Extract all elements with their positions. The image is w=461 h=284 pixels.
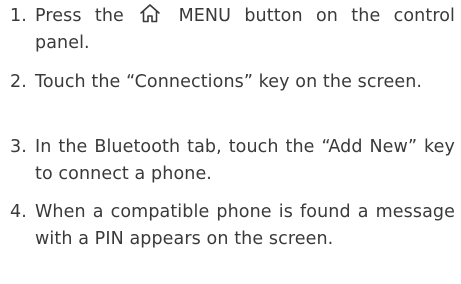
step-4: 4. When a compatible phone is found a me… [0,199,455,253]
step-number: 1. [10,6,27,26]
step-1: 1. Press the MENU button on the control … [0,3,455,57]
step-text: In the Bluetooth tab, touch the “Add New… [35,137,455,184]
step-text: Press the MENU button on the control pan… [35,3,455,57]
step-text: Touch the “Connections” key on the scree… [35,72,423,92]
step-text-before-icon: Press the [35,6,124,26]
step-number: 4. [10,202,27,222]
home-icon [139,3,161,23]
step-text: When a compatible phone is found a messa… [35,202,455,249]
step-2: 2. Touch the “Connections” key on the sc… [0,69,455,96]
step-number: 3. [10,137,27,157]
step-3: 3. In the Bluetooth tab, touch the “Add … [0,134,455,188]
step-number: 2. [10,72,27,92]
